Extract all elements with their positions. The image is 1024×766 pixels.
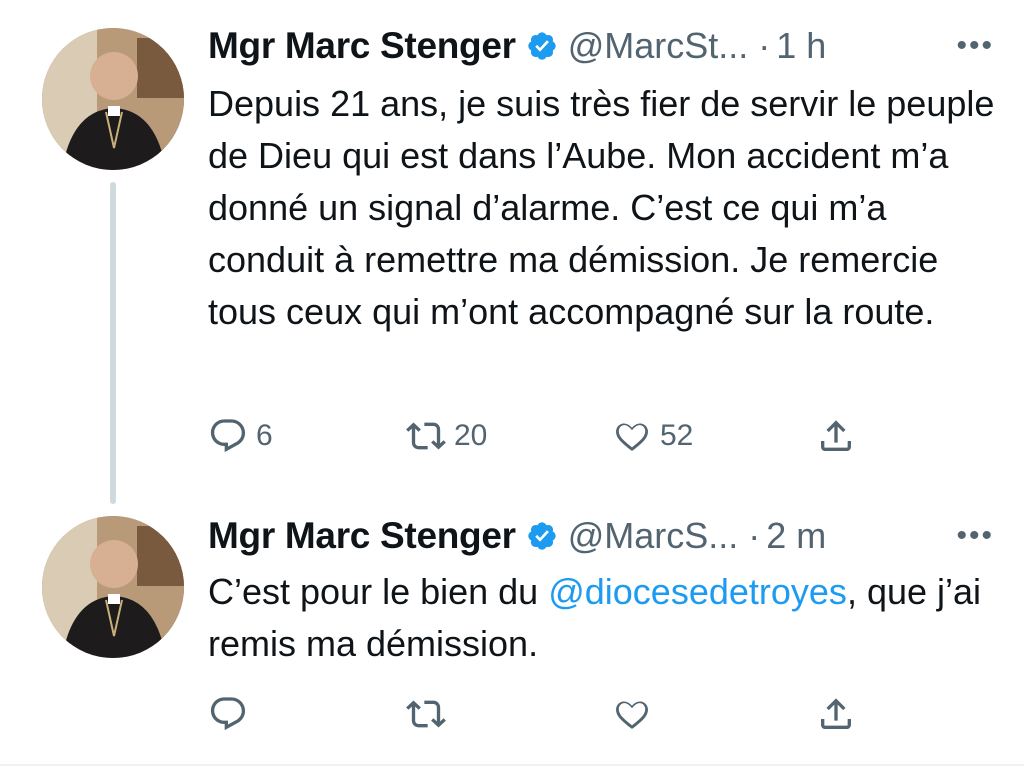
mention-link[interactable]: @diocesedetroyes <box>548 571 847 612</box>
separator-dot: · <box>748 515 761 556</box>
more-icon[interactable]: ••• <box>956 22 994 70</box>
retweet-button[interactable]: 20 <box>406 414 487 458</box>
share-icon <box>816 694 856 734</box>
timestamp[interactable]: 1 h <box>776 25 826 67</box>
verified-badge-icon <box>526 520 558 552</box>
avatar[interactable] <box>42 28 184 170</box>
tweet-header: Mgr Marc Stenger @MarcS... · 2 m <box>208 512 826 560</box>
reply-icon <box>208 694 248 734</box>
tweet-text: Depuis 21 ans, je suis très fier de serv… <box>208 83 995 332</box>
thread-line <box>110 182 116 504</box>
tweet-1[interactable]: Mgr Marc Stenger @MarcSt... · 1 h ••• De… <box>0 0 1024 510</box>
retweet-button[interactable] <box>406 692 446 736</box>
like-count: 52 <box>660 419 694 452</box>
like-button[interactable]: 52 <box>612 414 693 458</box>
like-icon <box>612 416 652 456</box>
separator-dot: · <box>758 25 771 66</box>
share-button[interactable] <box>816 692 856 736</box>
author-handle[interactable]: @MarcSt... <box>568 25 749 67</box>
author-name[interactable]: Mgr Marc Stenger <box>208 25 516 67</box>
author-name[interactable]: Mgr Marc Stenger <box>208 515 516 557</box>
like-button[interactable] <box>612 692 652 736</box>
retweet-count: 20 <box>454 419 488 452</box>
timestamp[interactable]: 2 m <box>766 515 826 557</box>
tweet-2[interactable]: Mgr Marc Stenger @MarcS... · 2 m ••• C’e… <box>0 510 1024 764</box>
tweet-actions <box>208 692 908 736</box>
reply-count: 6 <box>256 419 273 452</box>
share-button[interactable] <box>816 414 856 458</box>
tweet-text-part: C’est pour le bien du <box>208 571 549 612</box>
reply-icon <box>208 416 248 456</box>
retweet-icon <box>406 416 446 456</box>
tweet-actions: 6 20 52 <box>208 414 908 458</box>
tweet-text: C’est pour le bien du @diocesedetroyes, … <box>208 566 1008 670</box>
share-icon <box>816 416 856 456</box>
avatar[interactable] <box>42 516 184 658</box>
reply-button[interactable] <box>208 692 248 736</box>
more-icon[interactable]: ••• <box>956 512 994 560</box>
tweet-header: Mgr Marc Stenger @MarcSt... · 1 h <box>208 22 826 70</box>
verified-badge-icon <box>526 30 558 62</box>
reply-button[interactable]: 6 <box>208 414 273 458</box>
author-handle[interactable]: @MarcS... <box>568 515 739 557</box>
retweet-icon <box>406 694 446 734</box>
like-icon <box>612 694 652 734</box>
